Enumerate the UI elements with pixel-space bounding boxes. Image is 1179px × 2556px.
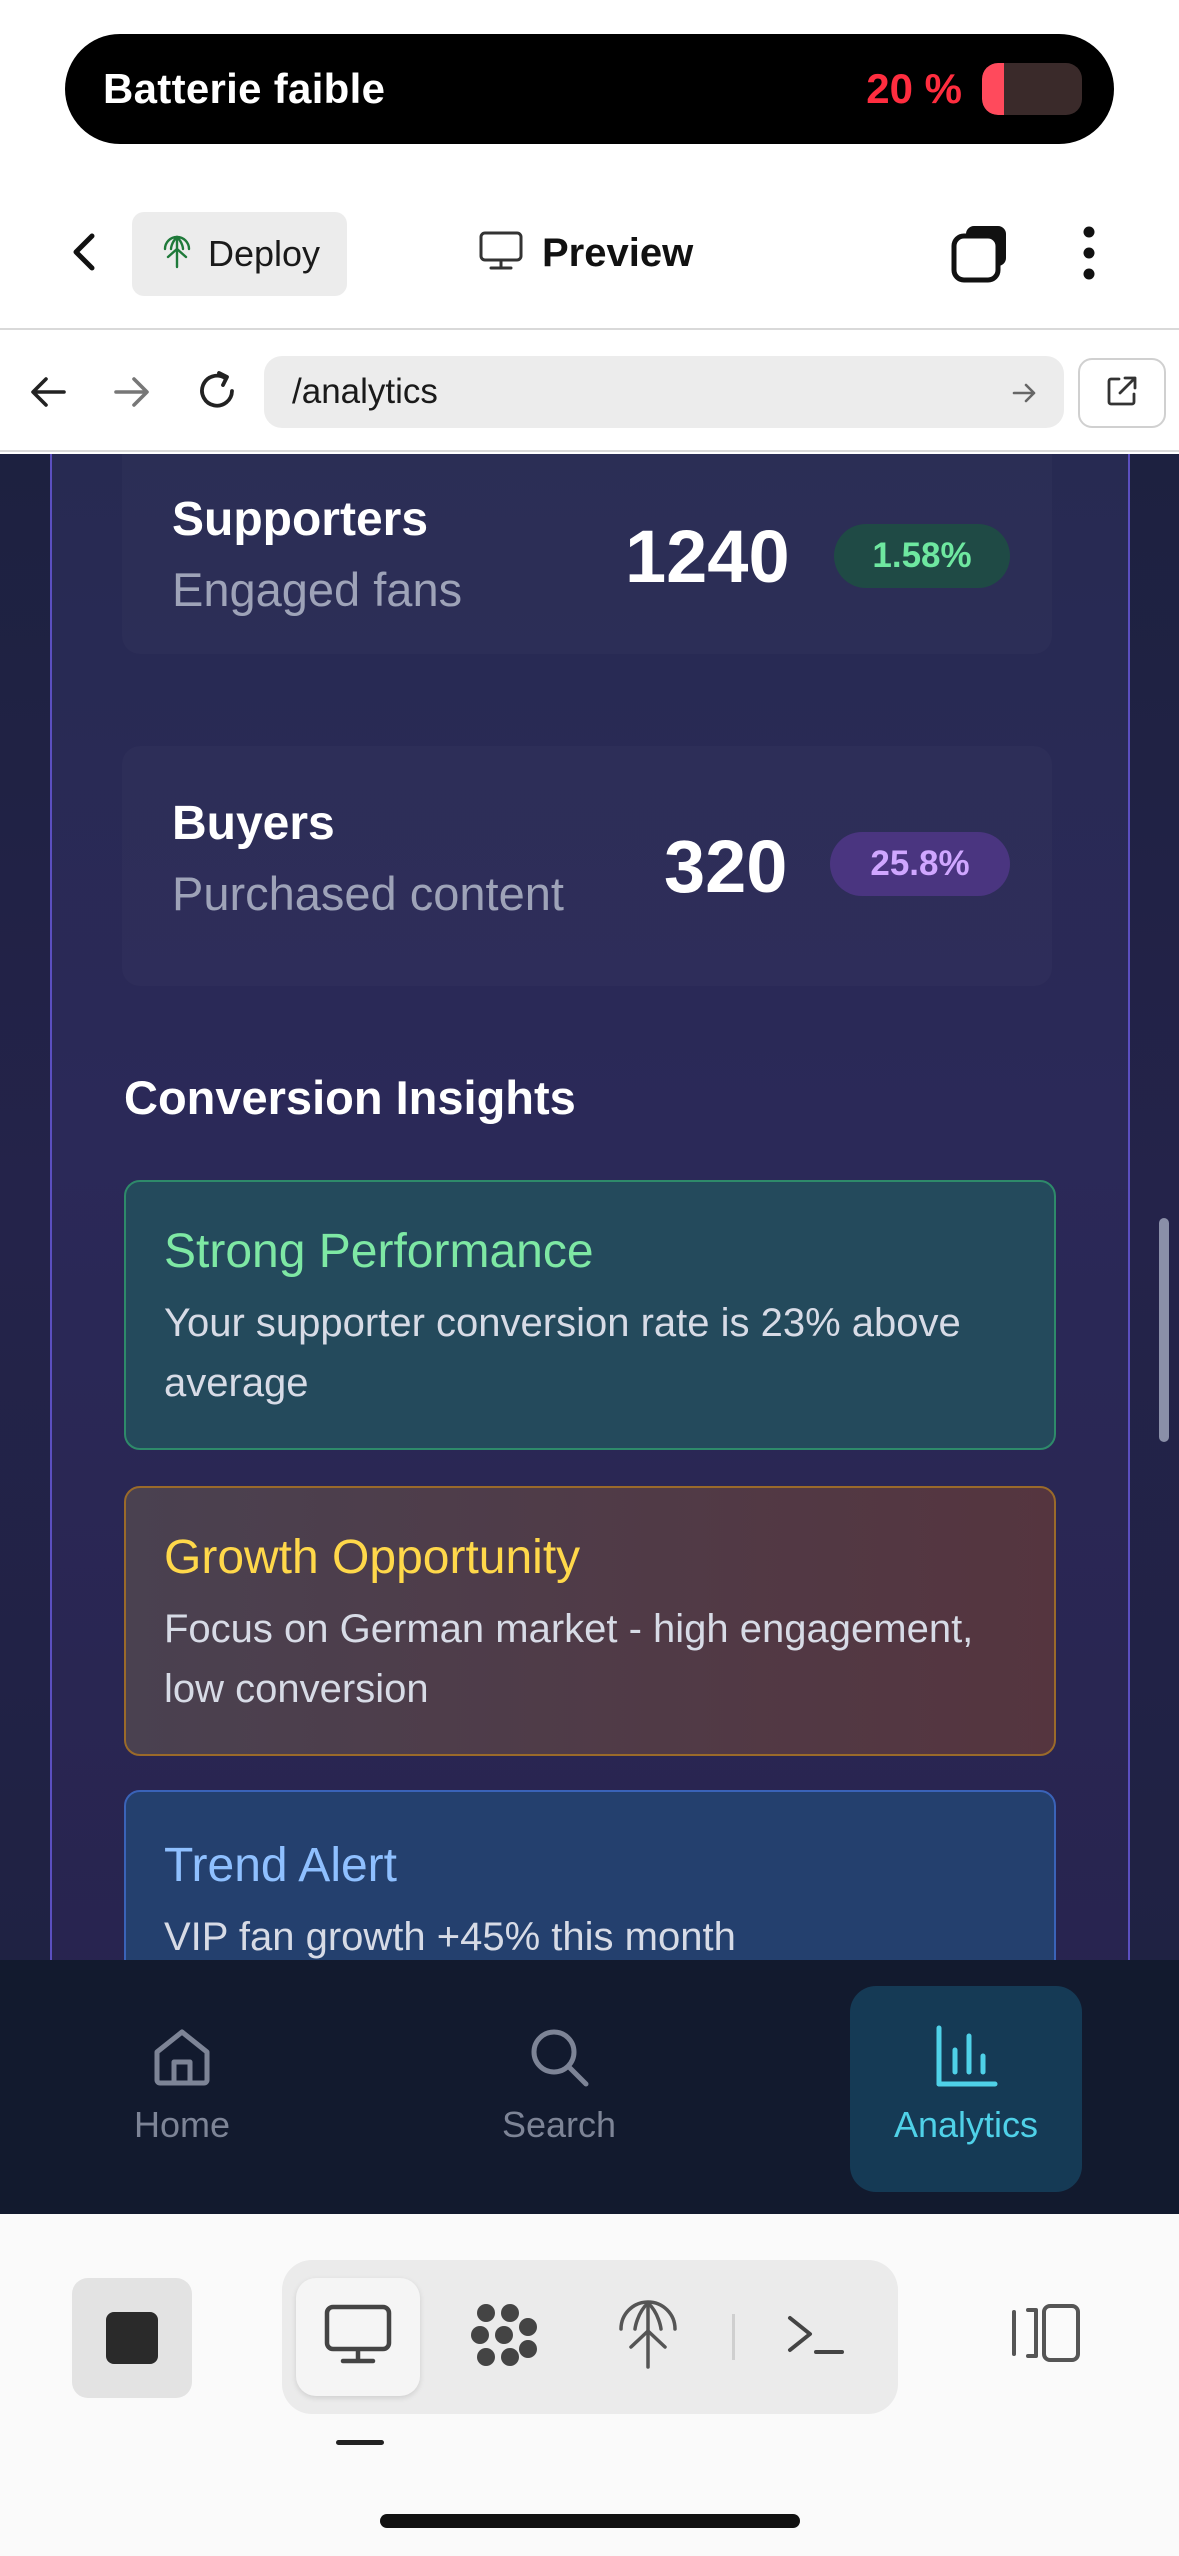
change-badge: 1.58% <box>834 524 1010 588</box>
network-icon <box>466 2297 542 2378</box>
metric-value: 1240 <box>625 515 790 598</box>
metric-name: Buyers <box>172 797 335 850</box>
insight-card-growth-opportunity: Growth Opportunity Focus on German marke… <box>124 1486 1056 1756</box>
section-title: Conversion Insights <box>124 1071 576 1124</box>
metric-subtitle: Engaged fans <box>172 563 463 616</box>
arrow-right-icon[interactable] <box>110 370 154 419</box>
deploy-button[interactable]: Deploy <box>132 212 347 296</box>
preview-tab[interactable]: Preview <box>478 218 693 288</box>
arrow-go-icon[interactable] <box>1010 378 1040 413</box>
view-switcher <box>282 2260 898 2414</box>
tool-divider <box>732 2314 735 2360</box>
monitor-icon <box>323 2303 393 2372</box>
insight-body: VIP fan growth +45% this month <box>164 1915 736 1959</box>
home-icon <box>149 2022 215 2092</box>
url-input[interactable]: /analytics <box>264 356 1064 428</box>
bottom-nav: Home Search Analytics <box>0 1960 1179 2214</box>
search-icon <box>526 2022 592 2092</box>
metric-name: Supporters <box>172 493 429 546</box>
network-view-button[interactable] <box>442 2278 566 2396</box>
globe-icon <box>160 235 194 274</box>
external-link-icon <box>1104 373 1140 414</box>
stop-button[interactable] <box>72 2278 192 2398</box>
terminal-icon <box>784 2310 848 2365</box>
stacked-windows-icon[interactable] <box>950 222 1012 289</box>
nav-item-search[interactable]: Search <box>443 1960 675 2214</box>
battery-title: Batterie faible <box>103 65 386 112</box>
change-badge: 25.8% <box>830 832 1010 896</box>
metric-subtitle: Purchased content <box>172 867 564 920</box>
url-text: /analytics <box>292 372 438 411</box>
nav-label: Analytics <box>893 2104 1039 2145</box>
nav-item-home[interactable]: Home <box>66 1960 298 2214</box>
desktop-view-button[interactable] <box>296 2278 420 2396</box>
insight-title: Trend Alert <box>164 1839 397 1892</box>
metric-card-buyers: Buyers Purchased content 320 25.8% <box>122 746 1052 986</box>
panel-toggle-icon[interactable] <box>1006 2302 1086 2369</box>
arrow-left-icon[interactable] <box>26 370 70 419</box>
reload-icon[interactable] <box>192 366 242 421</box>
home-indicator[interactable] <box>380 2514 800 2528</box>
editor-tool-bar <box>0 2214 1179 2556</box>
monitor-icon <box>478 230 524 277</box>
analytics-content: Supporters Engaged fans 1240 1.58% Buyer… <box>0 454 1179 1960</box>
deploy-label: Deploy <box>208 233 321 274</box>
insight-body: Your supporter conversion rate is 23% ab… <box>164 1301 961 1405</box>
preview-label: Preview <box>542 230 694 275</box>
scrollbar-thumb[interactable] <box>1159 1218 1169 1442</box>
bar-chart-icon <box>933 2022 999 2092</box>
browser-url-bar: /analytics <box>0 332 1179 452</box>
terminal-view-button[interactable] <box>754 2278 878 2396</box>
nav-label: Home <box>133 2104 231 2145</box>
insight-body: Focus on German market - high engagement… <box>164 1607 974 1711</box>
nav-item-analytics[interactable]: Analytics <box>850 1986 1082 2192</box>
open-external-button[interactable] <box>1078 358 1166 428</box>
metric-value: 320 <box>664 825 788 908</box>
app-top-bar: Deploy Preview <box>0 200 1179 330</box>
insight-card-strong-performance: Strong Performance Your supporter conver… <box>124 1180 1056 1450</box>
nav-label: Search <box>501 2104 617 2145</box>
low-battery-banner: Batterie faible 20 % <box>65 34 1114 144</box>
insight-title: Strong Performance <box>164 1225 594 1278</box>
more-vertical-icon[interactable] <box>1074 222 1104 289</box>
chevron-left-icon[interactable] <box>62 228 110 276</box>
deploy-view-button[interactable] <box>586 2278 710 2396</box>
battery-icon <box>982 63 1082 115</box>
stop-icon <box>106 2312 158 2364</box>
battery-status: 20 % <box>866 63 1082 115</box>
active-view-indicator <box>336 2440 384 2445</box>
battery-percent: 20 % <box>866 65 962 112</box>
metric-card-supporters: Supporters Engaged fans 1240 1.58% <box>122 454 1052 654</box>
insight-title: Growth Opportunity <box>164 1531 581 1584</box>
insight-card-trend-alert: Trend Alert VIP fan growth +45% this mon… <box>124 1790 1056 1960</box>
deploy-icon <box>617 2299 679 2376</box>
